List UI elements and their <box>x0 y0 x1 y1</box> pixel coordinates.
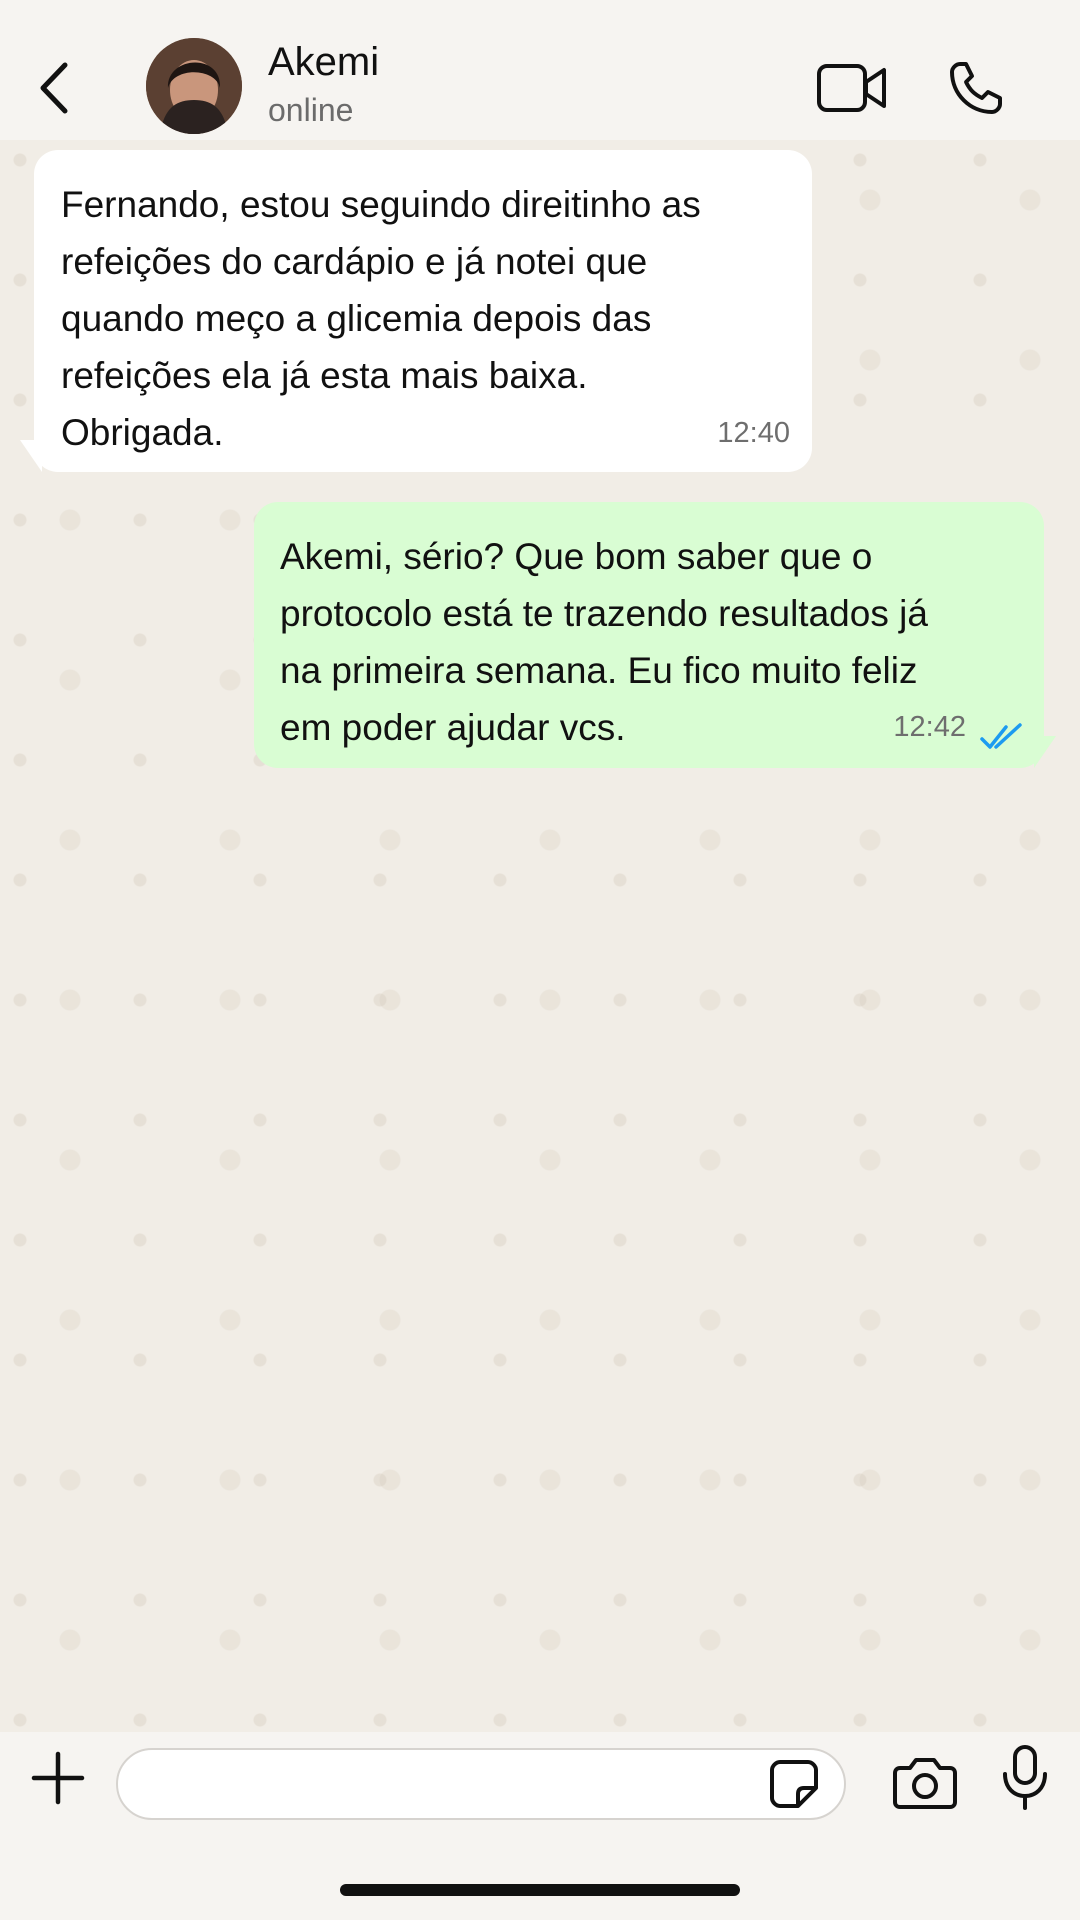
microphone-icon <box>1003 1745 1047 1810</box>
chat-header: Akemi online <box>0 0 1080 140</box>
outgoing-message[interactable]: Akemi, sério? Que bom saber que o protoc… <box>254 502 1044 768</box>
message-text: Fernando, estou seguindo direitinho as r… <box>61 184 701 453</box>
contact-name[interactable]: Akemi <box>268 40 379 85</box>
video-camera-icon <box>817 64 886 112</box>
microphone-button[interactable] <box>1000 1744 1050 1812</box>
composer-bar <box>0 1732 1080 1920</box>
camera-icon <box>893 1758 957 1809</box>
sticker-button[interactable] <box>768 1758 820 1810</box>
double-check-icon <box>980 723 1022 749</box>
sticker-icon <box>770 1760 818 1808</box>
message-time: 12:40 <box>717 417 790 449</box>
camera-button[interactable] <box>892 1752 958 1812</box>
back-button[interactable] <box>30 60 78 116</box>
avatar-image <box>146 38 242 134</box>
voice-call-button[interactable] <box>946 58 1006 118</box>
avatar[interactable] <box>146 38 242 134</box>
message-time: 12:42 <box>893 711 966 743</box>
incoming-message[interactable]: Fernando, estou seguindo direitinho as r… <box>34 150 812 472</box>
phone-icon <box>950 62 1002 114</box>
chevron-left-icon <box>40 62 68 114</box>
video-call-button[interactable] <box>816 60 888 116</box>
outgoing-bubble-tail <box>1034 736 1056 768</box>
incoming-bubble-tail <box>20 440 42 472</box>
contact-status: online <box>268 92 354 128</box>
plus-icon <box>31 1751 85 1805</box>
attach-button[interactable] <box>28 1748 88 1808</box>
message-input[interactable] <box>116 1748 846 1820</box>
home-indicator[interactable] <box>340 1884 740 1896</box>
